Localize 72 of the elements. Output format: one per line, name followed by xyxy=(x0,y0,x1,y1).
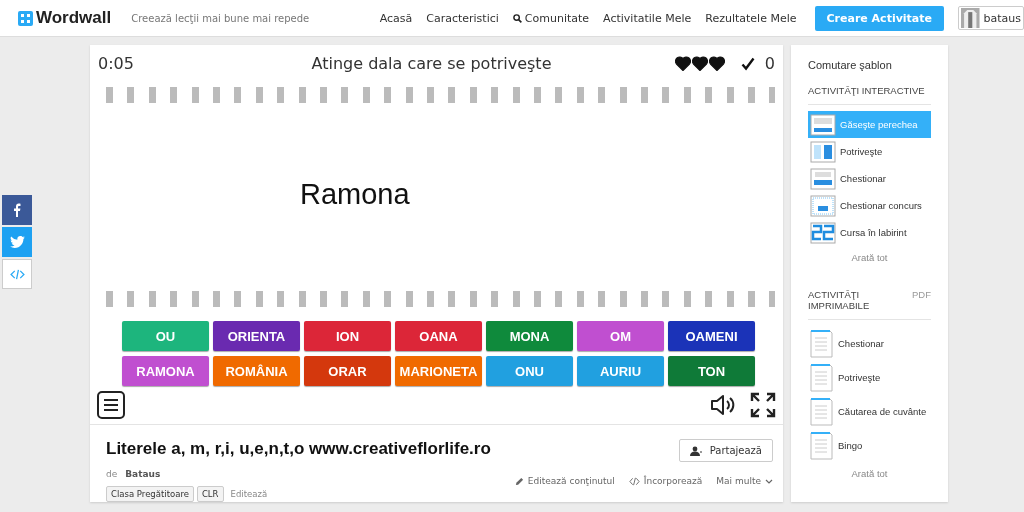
action-link[interactable]: Editează conţinutul xyxy=(514,476,615,486)
pdf-label: PDF xyxy=(912,289,931,302)
author-link[interactable]: Bataus xyxy=(125,469,161,479)
answer-tile[interactable]: ION xyxy=(304,321,391,351)
document-thumbnail-icon xyxy=(810,328,833,358)
twitter-share-button[interactable] xyxy=(2,227,32,257)
document-thumbnail-icon xyxy=(810,362,833,392)
share-button[interactable]: Partajează xyxy=(678,439,773,462)
tag-chip[interactable]: Clasa Pregătitoare xyxy=(106,486,194,502)
document-thumbnail-icon xyxy=(810,430,833,460)
answer-tile[interactable]: ORIENTA xyxy=(213,321,300,351)
answer-tile[interactable]: ORAR xyxy=(304,356,391,386)
pencil-icon xyxy=(514,476,524,486)
template-thumbnail-icon xyxy=(810,113,836,136)
answer-tile[interactable]: OAMENI xyxy=(668,321,755,351)
nav-link[interactable]: Comunitate xyxy=(512,11,590,25)
answer-tile[interactable]: MONA xyxy=(486,321,573,351)
logo-icon xyxy=(18,10,33,26)
code-icon xyxy=(628,476,640,486)
action-link[interactable]: Mai multe xyxy=(716,476,773,486)
template-thumbnail-icon xyxy=(810,194,836,217)
edit-tags-link[interactable]: Editează xyxy=(230,489,268,499)
user-menu[interactable]: bataus xyxy=(958,6,1024,30)
bird-icon xyxy=(9,236,25,248)
activity-title: Literele a, m, r,i, u,e,n,t,o www.creativeflorlife.ro xyxy=(106,439,492,459)
sidebar-title: Comutare şablon xyxy=(808,59,893,71)
tag-chip[interactable]: CLR xyxy=(196,486,224,502)
section-heading: ACTIVITĂŢI INTERACTIVE xyxy=(808,85,925,96)
template-thumbnail-icon xyxy=(810,140,836,163)
menu-icon xyxy=(103,398,119,412)
template-thumbnail-icon xyxy=(810,221,836,244)
template-item[interactable]: Potriveşte xyxy=(808,138,931,165)
user-name: bataus xyxy=(983,11,1021,25)
show-all-link[interactable]: Arată tot xyxy=(808,246,931,289)
avatar-icon xyxy=(961,7,980,29)
template-item[interactable]: Cursa în labirint xyxy=(808,219,931,246)
printable-item[interactable]: Chestionar xyxy=(808,326,940,360)
facebook-share-button[interactable] xyxy=(2,195,32,225)
printable-item[interactable]: Căutarea de cuvânte xyxy=(808,394,940,428)
code-icon xyxy=(9,268,25,280)
nav-link[interactable]: Activitatile Mele xyxy=(603,11,692,25)
answer-tile[interactable]: OANA xyxy=(395,321,482,351)
answer-tile[interactable]: OM xyxy=(577,321,664,351)
tagline: Creează lecţii mai bune mai repede xyxy=(131,12,310,24)
score: 0 xyxy=(764,54,775,74)
show-all-link[interactable]: Arată tot xyxy=(808,462,931,505)
menu-button[interactable] xyxy=(97,391,125,419)
nav-link[interactable]: Caracteristici xyxy=(426,11,499,25)
answer-tile[interactable]: TON xyxy=(668,356,755,386)
timer: 0:05 xyxy=(98,54,135,74)
prompt-word: Ramona xyxy=(300,178,410,212)
by-label: de xyxy=(106,469,118,479)
speaker-icon xyxy=(710,394,736,416)
document-thumbnail-icon xyxy=(810,396,833,426)
printable-item[interactable]: Bingo xyxy=(808,428,940,462)
template-item[interactable]: Chestionar xyxy=(808,165,931,192)
caret-icon xyxy=(765,478,773,484)
logo-text: Wordwall xyxy=(36,8,112,28)
fullscreen-icon xyxy=(750,392,776,418)
instruction: Atinge dala care se potriveşte xyxy=(310,54,553,74)
people-icon xyxy=(689,445,702,456)
template-thumbnail-icon xyxy=(810,167,836,190)
search-icon xyxy=(512,13,522,23)
template-item[interactable]: Chestionar concurs xyxy=(808,192,931,219)
nav-link[interactable]: Rezultatele Mele xyxy=(705,11,797,25)
section-heading: ACTIVITĂŢI IMPRIMABILE xyxy=(808,289,871,311)
check-icon xyxy=(740,56,755,71)
nav-link[interactable]: Acasă xyxy=(379,11,413,25)
printable-item[interactable]: Potriveşte xyxy=(808,360,940,394)
action-link[interactable]: Încorporează xyxy=(628,476,703,486)
answer-tile[interactable]: RAMONA xyxy=(122,356,209,386)
facebook-icon xyxy=(13,203,21,217)
